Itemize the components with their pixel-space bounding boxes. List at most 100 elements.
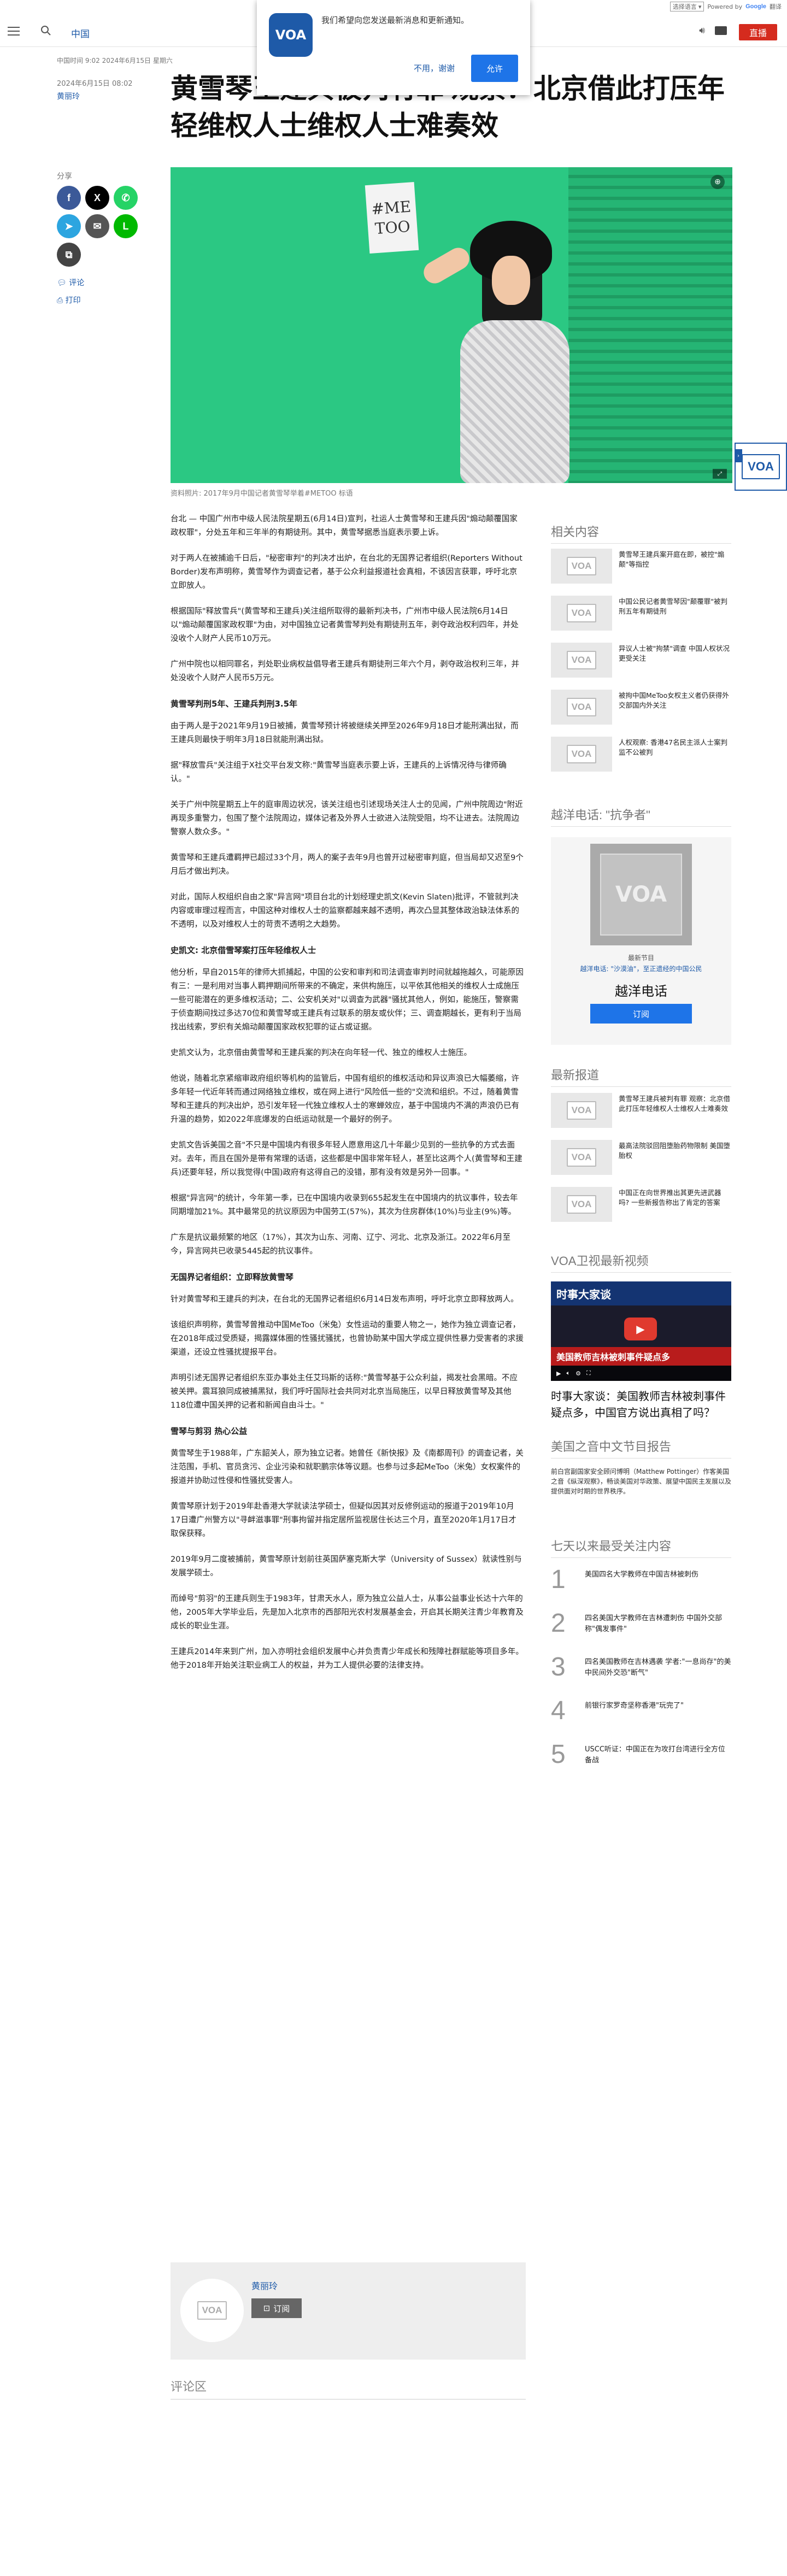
paragraph: 史凯文告诉美国之音"不只是中国境内有很多年轻人愿意用这几十年最少见到的一些抗争的… <box>171 1141 522 1177</box>
related-item[interactable]: VOA 中国公民记者黄雪琴因"颠覆罪"被判刑五年有期徒刑 <box>551 596 731 635</box>
most-viewed-title-text: 四名美国教师在吉林遇袭 学者:"一息尚存"的美中民间外交恐"断气" <box>585 1658 731 1677</box>
paragraph: 对此，国际人权组织自由之家"异言网"项目台北的计划经理史凯文(Kevin Sla… <box>171 893 519 929</box>
rank-number: 4 <box>551 1696 566 1725</box>
email-icon[interactable]: ✉ <box>85 214 109 238</box>
author-subscribe-button[interactable]: ⊡ 订阅 <box>251 2298 302 2318</box>
most-viewed-title-text: USCC听证：中国正在为攻打台湾进行全方位备战 <box>585 1745 725 1765</box>
paragraph: 史凯文认为，北京借由黄雪琴和王建兵案的判决在向年轻一代、独立的维权人士施压。 <box>171 1049 472 1057</box>
paragraph: 广州中院也以相同罪名，判处职业病权益倡导者王建兵有期徒刑三年六个月，剥夺政治权利… <box>171 660 519 683</box>
program-name: 越洋电话 <box>615 984 667 999</box>
video-icon[interactable] <box>715 26 727 35</box>
paragraph: 根据国际"释放雪兵"(黄雪琴和王建兵)关注组所取得的最新判决书，广州市中级人民法… <box>171 607 519 643</box>
most-viewed-item[interactable]: 5 USCC听证：中国正在为攻打台湾进行全方位备战 <box>551 1741 731 1779</box>
search-icon[interactable] <box>39 24 52 37</box>
comment-label: 评论 <box>69 279 85 287</box>
voa-logo: VOA <box>567 698 596 716</box>
play-icon[interactable]: ▶ <box>624 1318 657 1340</box>
thumbnail: VOA <box>551 737 612 772</box>
image-caption: 资料照片: 2017年9月中国记者黄雪琴举着#METOO 标语 <box>171 490 353 498</box>
hero-image: #ME TOO ⊕ ⤢ <box>171 167 732 483</box>
video-player[interactable]: 时事大家谈 ▶ 美国教师吉林被刺事件疑点多 ▶ 🔈︎ ⚙ ⛶ <box>551 1281 731 1381</box>
voa-logo: VOA <box>269 13 313 57</box>
report-title: 美国之音中文节目报告 <box>551 1440 672 1454</box>
section-link-china[interactable]: 中国 <box>71 26 90 40</box>
language-select-label: 选择语言 <box>672 3 697 10</box>
related-item[interactable]: VOA 异议人士被"拘禁"调查 中国人权状况更受关注 <box>551 643 731 682</box>
related-item-title: 被拘中国MeToo女权主义者仍获得外交部国内外关注 <box>619 691 729 709</box>
floating-voa-widget[interactable]: › VOA <box>735 443 787 491</box>
video-headline: 美国教师吉林被刺事件疑点多 <box>551 1347 731 1366</box>
chevron-right-icon[interactable]: › <box>735 449 742 462</box>
facebook-icon[interactable]: f <box>57 186 81 210</box>
whatsapp-icon[interactable]: ✆ <box>114 186 138 210</box>
print-link[interactable]: ⎙ 打印 <box>57 292 84 309</box>
latest-item-title: 中国正在向世界推出其更先进武器吗? 一些新报告称出了肯定的答案 <box>619 1189 721 1207</box>
fullscreen-icon[interactable]: ⛶ <box>586 1369 591 1377</box>
voa-logo: VOA <box>567 1148 596 1167</box>
radio-program-card: VOA 最新节目 越洋电话: "沙漠油"，至正遗经的中国公民 越洋电话 订阅 <box>551 837 731 1045</box>
paragraph: 黄雪琴原计划于2019年赴香港大学就读法学硕士，但疑似因其对反修例运动的报道于2… <box>171 1502 516 1538</box>
paragraph: 关于广州中院星期五上午的庭审周边状况，该关注组也引述现场关注人士的见闻，广州中院… <box>171 801 523 837</box>
translate-bar: 选择语言 ▾ Powered by Google 翻译 <box>623 0 787 13</box>
paragraph: 2019年9月二度被捕前，黄雪琴原计划前往英国萨塞克斯大学（University… <box>171 1555 522 1578</box>
thumbnail: VOA <box>551 549 612 584</box>
live-button[interactable]: 直播 <box>739 24 777 40</box>
related-item-title: 人权观察: 香港47名民主派人士案判监不公被判 <box>619 738 728 756</box>
volume-icon[interactable]: 🔈︎ <box>566 1369 570 1377</box>
video-banner: 时事大家谈 <box>551 1281 731 1305</box>
copy-link-icon[interactable]: ⧉ <box>57 243 81 267</box>
most-viewed-item[interactable]: 1 美国四名大学教师在中国吉林被刺伤 <box>551 1566 731 1604</box>
paragraph: 针对黄雪琴和王建兵的判决，在台北的无国界记者组织6月14日发布声明，呼吁北京立即… <box>171 1295 519 1304</box>
language-select[interactable]: 选择语言 ▾ <box>669 2 704 11</box>
related-item[interactable]: VOA 人权观察: 香港47名民主派人士案判监不公被判 <box>551 737 731 776</box>
hamburger-menu-icon[interactable] <box>8 25 20 37</box>
author-name[interactable]: 黄丽玲 <box>251 2279 278 2292</box>
related-item[interactable]: VOA 被拘中国MeToo女权主义者仍获得外交部国内外关注 <box>551 690 731 729</box>
program-subscribe-button[interactable]: 订阅 <box>590 1004 692 1024</box>
green-shutter <box>568 167 732 483</box>
latest-title: 最新报道 <box>551 1068 600 1082</box>
telegram-icon[interactable]: ➤ <box>57 214 81 238</box>
section-heading: 黄雪琴判刑5年、王建兵判刑3.5年 <box>171 699 298 709</box>
fullscreen-icon[interactable]: ⤢ <box>713 469 727 479</box>
program-artwork[interactable]: VOA <box>590 844 692 945</box>
notification-deny-button[interactable]: 不用，谢谢 <box>414 62 455 74</box>
print-label: 打印 <box>65 296 81 305</box>
latest-item-title: 黄雪琴王建兵被判有罪 观察：北京借此打压年轻维权人士维权人士难奏效 <box>619 1095 730 1113</box>
video-controls: ▶ 🔈︎ ⚙ ⛶ <box>551 1366 731 1381</box>
voa-logo: VOA <box>567 557 596 575</box>
voa-logo: VOA <box>567 1101 596 1120</box>
thumbnail: VOA <box>551 690 612 725</box>
expand-icon[interactable]: ⊕ <box>710 175 725 189</box>
notification-allow-button[interactable]: 允许 <box>471 55 518 82</box>
voa-logo: VOA <box>567 1195 596 1214</box>
translate-link[interactable]: 翻译 <box>770 2 782 11</box>
play-control-icon[interactable]: ▶ <box>556 1370 561 1377</box>
latest-program-link[interactable]: 越洋电话: "沙漠油"，至正遗经的中国公民 <box>551 964 731 973</box>
most-viewed-title: 七天以来最受关注内容 <box>551 1539 672 1553</box>
latest-item[interactable]: VOA 黄雪琴王建兵被判有罪 观察：北京借此打压年轻维权人士维权人士难奏效 <box>551 1093 731 1132</box>
paragraph: 据"释放雪兵"关注组于X社交平台发文称:"黄雪琴当庭表示要上诉，王建兵的上诉情况… <box>171 761 507 784</box>
latest-item[interactable]: VOA 中国正在向世界推出其更先进武器吗? 一些新报告称出了肯定的答案 <box>551 1187 731 1226</box>
related-item-title: 黄雪琴王建兵案开庭在即，被控"煽颠"等指控 <box>619 550 725 568</box>
latest-item[interactable]: VOA 最高法院驳回阻堕胎药物限制 美国堕胎权 <box>551 1140 731 1179</box>
video-caption[interactable]: 时事大家谈：美国教师吉林被刺事件疑点多，中国官方说出真相了吗？ <box>551 1388 731 1421</box>
most-viewed-item[interactable]: 4 前银行家罗奇坚称香港"玩完了" <box>551 1697 731 1736</box>
thumbnail: VOA <box>551 643 612 678</box>
paragraph: 根据"异言网"的统计，今年第一季，已在中国境内收录到655起发生在中国境内的抗议… <box>171 1194 518 1216</box>
x-twitter-icon[interactable]: X <box>85 186 109 210</box>
section-heading: 史凯文: 北京借雪琴案打压年轻维权人士 <box>171 945 316 955</box>
audio-icon[interactable]: 🔊︎ <box>699 25 705 36</box>
comment-link[interactable]: 💬︎ 评论 <box>57 274 84 292</box>
report-text[interactable]: 前白宫副国家安全顾问博明（Matthew Pottinger）作客美国之音《纵深… <box>551 1467 731 1496</box>
woman-figure <box>420 216 586 483</box>
most-viewed-title-text: 前银行家罗奇坚称香港"玩完了" <box>585 1702 684 1710</box>
line-icon[interactable]: L <box>114 214 138 238</box>
comments-title: 评论区 <box>171 2380 207 2394</box>
most-viewed-item[interactable]: 2 四名美国大学教师在吉林遭刺伤 中国外交部称"偶发事件" <box>551 1610 731 1648</box>
related-item[interactable]: VOA 黄雪琴王建兵案开庭在即，被控"煽颠"等指控 <box>551 549 731 588</box>
settings-icon[interactable]: ⚙ <box>575 1370 581 1377</box>
most-viewed-item[interactable]: 3 四名美国教师在吉林遇袭 学者:"一息尚存"的美中民间外交恐"断气" <box>551 1654 731 1692</box>
latest-program-label: 最新节目 <box>627 954 654 962</box>
author-link[interactable]: 黄丽玲 <box>57 91 80 102</box>
